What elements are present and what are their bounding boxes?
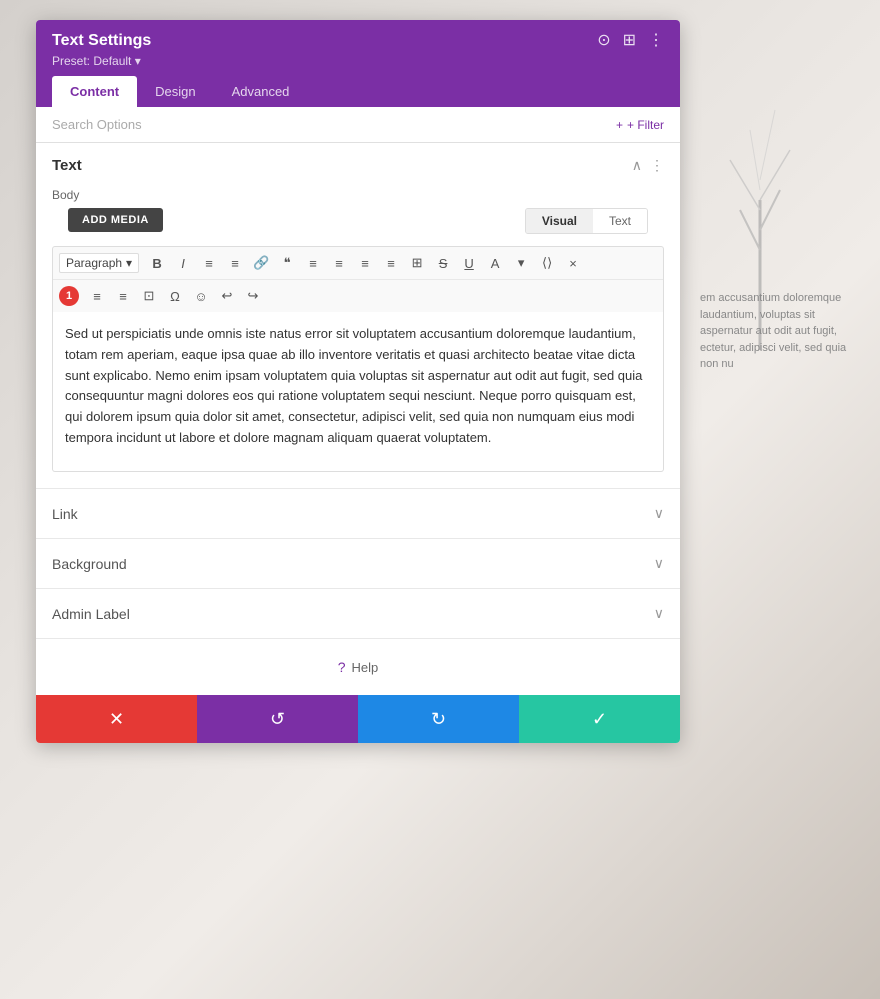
text-color-dropdown[interactable]: ▾ xyxy=(509,251,533,275)
section-controls: ∧ ⋮ xyxy=(632,157,664,174)
admin-label-section: Admin Label ∨ xyxy=(36,589,680,639)
strikethrough-button[interactable]: S xyxy=(431,251,455,275)
admin-label-chevron-icon: ∨ xyxy=(654,605,664,622)
panel-content: + + Filter Text ∧ ⋮ Body ADD MEDIA Visua… xyxy=(36,107,680,695)
panel-title: Text Settings xyxy=(52,32,151,50)
badge-1: 1 xyxy=(59,286,79,306)
layout-icon[interactable]: ⊞ xyxy=(623,33,636,49)
link-chevron-icon: ∨ xyxy=(654,505,664,522)
para-dropdown-icon: ▾ xyxy=(126,256,132,270)
link-button[interactable]: 🔗 xyxy=(249,251,273,275)
search-input[interactable] xyxy=(52,117,616,132)
help-icon: ? xyxy=(338,659,346,675)
panel-tabs: Content Design Advanced xyxy=(52,76,664,107)
paragraph-label: Paragraph xyxy=(66,256,122,270)
redo-editor-button[interactable]: ↪ xyxy=(241,284,265,308)
background-section-header[interactable]: Background ∨ xyxy=(36,539,680,588)
tab-content[interactable]: Content xyxy=(52,76,137,107)
admin-label-section-header[interactable]: Admin Label ∨ xyxy=(36,589,680,638)
editor-toolbar: Paragraph ▾ B I ≡ ≡ 🔗 ❝ ≡ ≡ ≡ ≡ ⊞ S U xyxy=(52,246,664,312)
special-char-button[interactable]: Ω xyxy=(163,284,187,308)
visual-tab[interactable]: Visual xyxy=(526,209,593,233)
collapse-icon[interactable]: ∧ xyxy=(632,157,642,174)
clear-format-button[interactable]: × xyxy=(561,251,585,275)
fullscreen-button[interactable]: ⊡ xyxy=(137,284,161,308)
link-section-title: Link xyxy=(52,506,78,522)
panel-header-icons: ⊙ ⊞ ⋮ xyxy=(597,33,664,49)
tab-design[interactable]: Design xyxy=(137,76,213,107)
blockquote-button[interactable]: ❝ xyxy=(275,251,299,275)
undo-button[interactable]: ↺ xyxy=(197,695,358,743)
toolbar-row-1: Paragraph ▾ B I ≡ ≡ 🔗 ❝ ≡ ≡ ≡ ≡ ⊞ S U xyxy=(53,247,663,280)
background-section: Background ∨ xyxy=(36,539,680,589)
body-label: Body xyxy=(36,188,680,208)
outdent-button[interactable]: ≡ xyxy=(111,284,135,308)
toolbar-row-2: 1 ≡ ≡ ⊡ Ω ☺ ↩ ↪ xyxy=(53,280,663,312)
underline-button[interactable]: U xyxy=(457,251,481,275)
section-more-icon[interactable]: ⋮ xyxy=(650,157,664,174)
redo-button[interactable]: ↻ xyxy=(358,695,519,743)
panel-header-top: Text Settings ⊙ ⊞ ⋮ xyxy=(52,32,664,50)
panel-footer: ✕ ↺ ↻ ✓ xyxy=(36,695,680,743)
text-tab[interactable]: Text xyxy=(593,209,647,233)
focus-icon[interactable]: ⊙ xyxy=(597,33,610,49)
emoji-button[interactable]: ☺ xyxy=(189,284,213,308)
more-options-icon[interactable]: ⋮ xyxy=(648,33,664,49)
text-section-title: Text xyxy=(52,157,82,174)
text-section: Text ∧ ⋮ Body ADD MEDIA Visual Text xyxy=(36,143,680,489)
background-section-title: Background xyxy=(52,556,127,572)
tab-advanced[interactable]: Advanced xyxy=(214,76,308,107)
align-center-button[interactable]: ≡ xyxy=(327,251,351,275)
cancel-button[interactable]: ✕ xyxy=(36,695,197,743)
panel-header: Text Settings ⊙ ⊞ ⋮ Preset: Default ▾ Co… xyxy=(36,20,680,107)
indent-button[interactable]: ≡ xyxy=(85,284,109,308)
side-background-text: em accusantium doloremque laudantium, vo… xyxy=(700,290,860,373)
paragraph-select[interactable]: Paragraph ▾ xyxy=(59,253,139,273)
background-chevron-icon: ∨ xyxy=(654,555,664,572)
save-button[interactable]: ✓ xyxy=(519,695,680,743)
undo-editor-button[interactable]: ↩ xyxy=(215,284,239,308)
view-toggle: Visual Text xyxy=(525,208,648,234)
unordered-list-button[interactable]: ≡ xyxy=(197,251,221,275)
settings-panel: Text Settings ⊙ ⊞ ⋮ Preset: Default ▾ Co… xyxy=(36,20,680,743)
align-right-button[interactable]: ≡ xyxy=(353,251,377,275)
text-section-header[interactable]: Text ∧ ⋮ xyxy=(36,143,680,188)
link-section-header[interactable]: Link ∨ xyxy=(36,489,680,538)
preset-label[interactable]: Preset: Default ▾ xyxy=(52,54,664,68)
align-justify-button[interactable]: ≡ xyxy=(379,251,403,275)
media-toggle-row: ADD MEDIA Visual Text xyxy=(36,208,680,246)
filter-button[interactable]: + + Filter xyxy=(616,118,664,132)
italic-button[interactable]: I xyxy=(171,251,195,275)
editor-content[interactable]: Sed ut perspiciatis unde omnis iste natu… xyxy=(52,312,664,472)
filter-plus-icon: + xyxy=(616,118,623,132)
body-text: Sed ut perspiciatis unde omnis iste natu… xyxy=(65,324,651,449)
add-media-button[interactable]: ADD MEDIA xyxy=(68,208,163,232)
link-section: Link ∨ xyxy=(36,489,680,539)
ordered-list-button[interactable]: ≡ xyxy=(223,251,247,275)
help-row: ? Help xyxy=(36,639,680,695)
bold-button[interactable]: B xyxy=(145,251,169,275)
admin-label-section-title: Admin Label xyxy=(52,606,130,622)
text-color-button[interactable]: A xyxy=(483,251,507,275)
help-label[interactable]: Help xyxy=(352,660,379,675)
align-left-button[interactable]: ≡ xyxy=(301,251,325,275)
paste-text-button[interactable]: ⟨⟩ xyxy=(535,251,559,275)
search-bar: + + Filter xyxy=(36,107,680,143)
table-button[interactable]: ⊞ xyxy=(405,251,429,275)
